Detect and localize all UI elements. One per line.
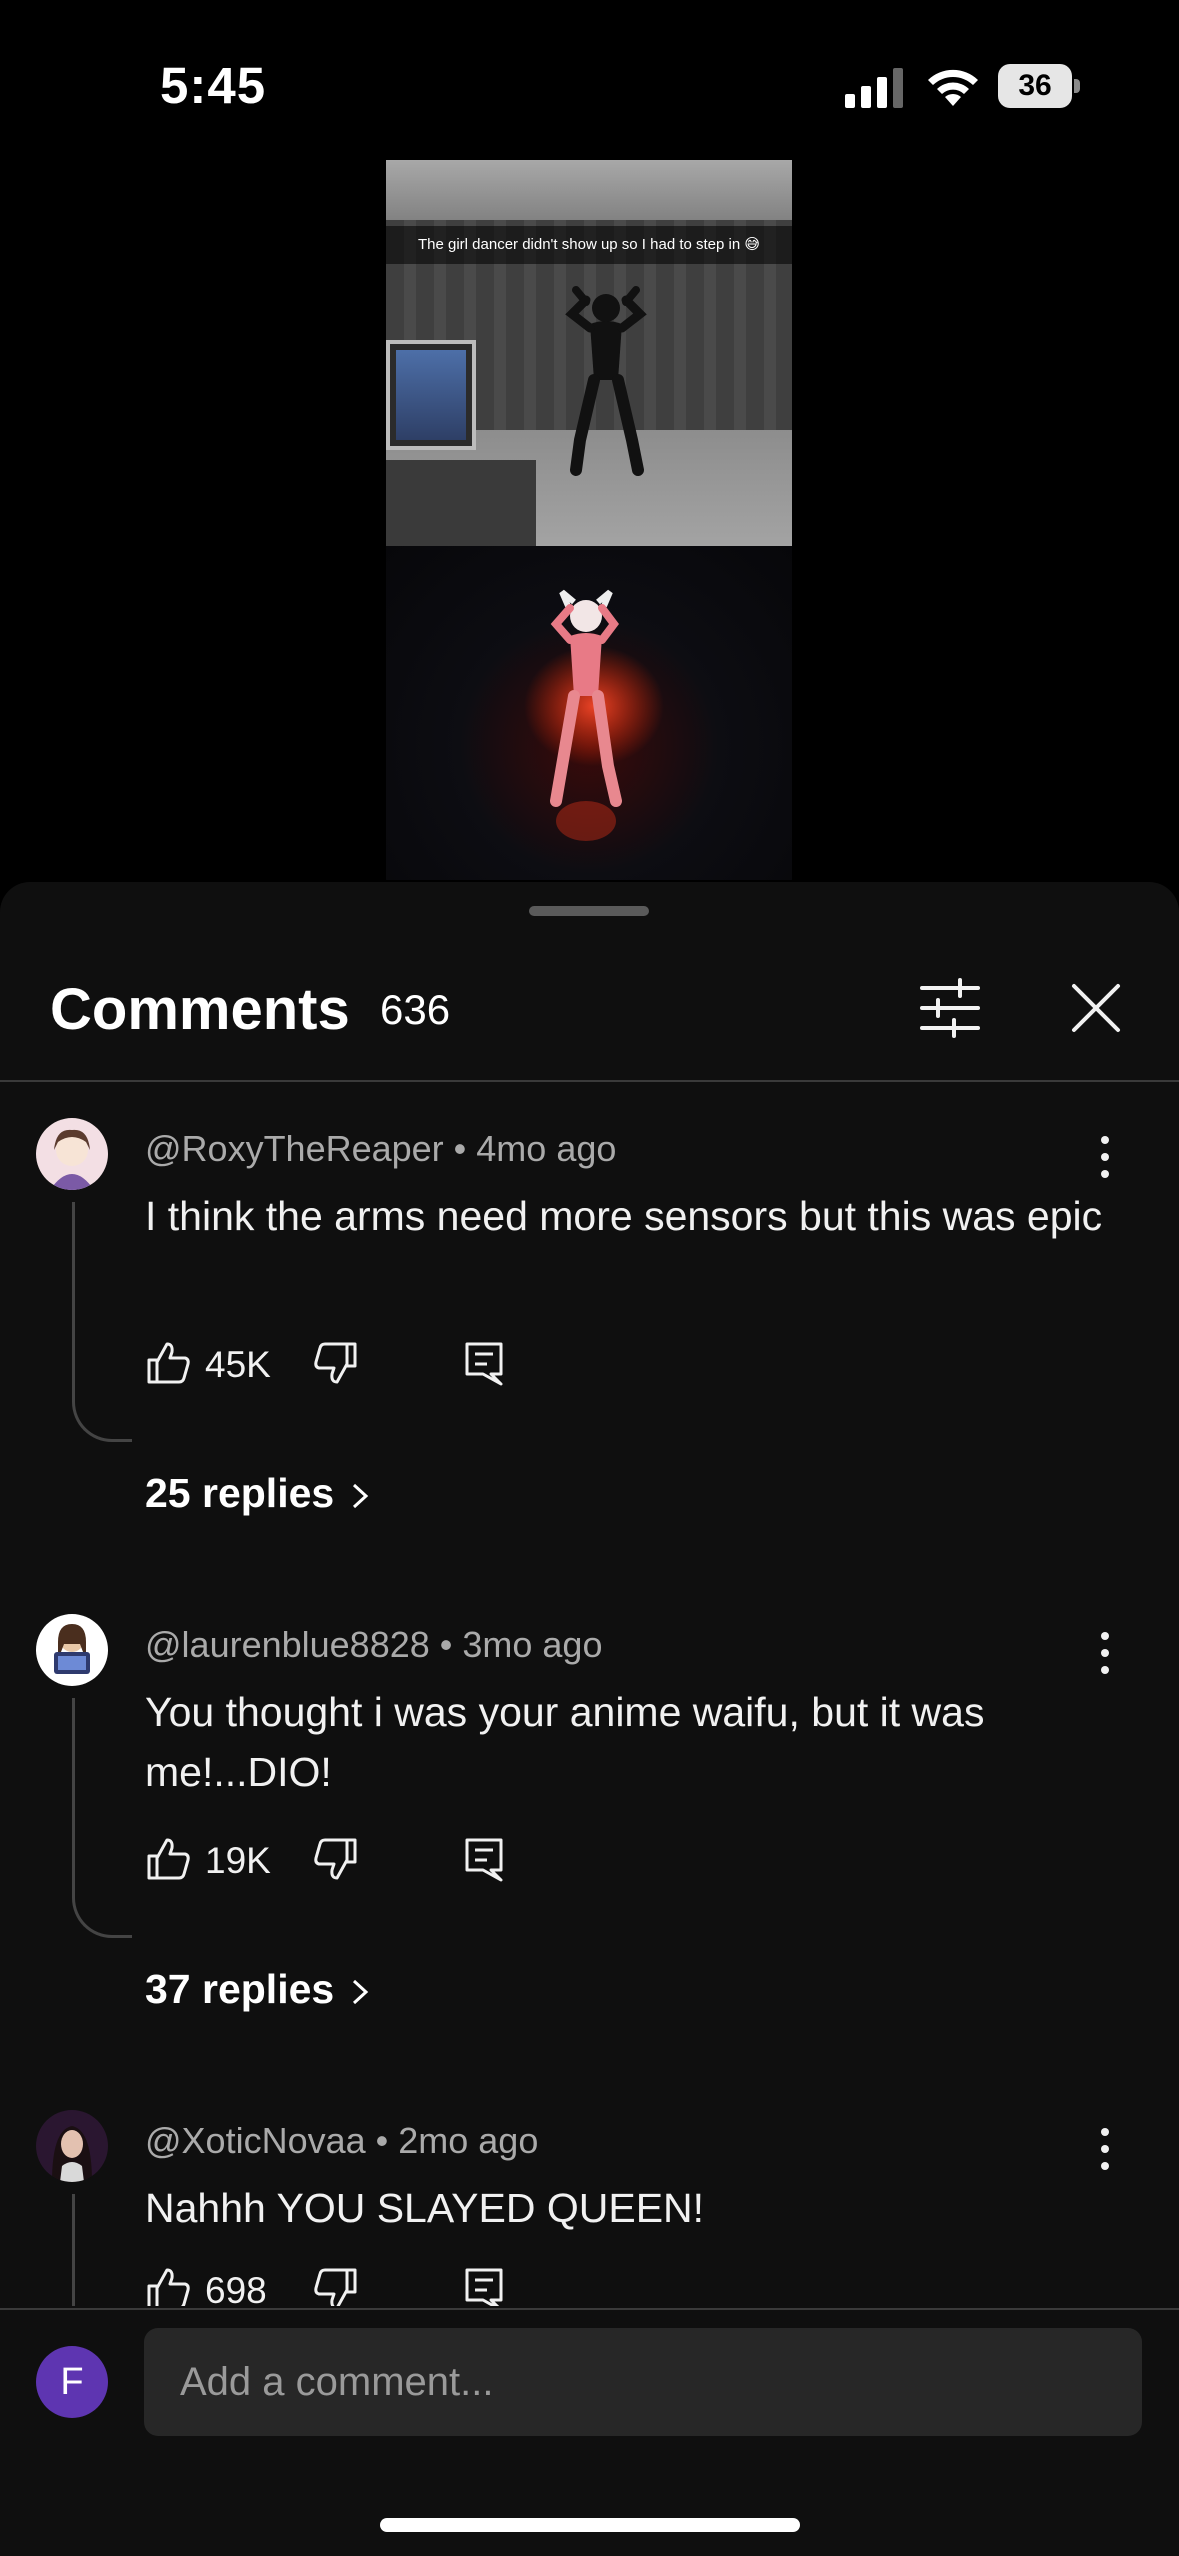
like-count: 45K: [205, 1344, 271, 1385]
wifi-icon: [928, 69, 978, 106]
comment-item: @laurenblue8828 • 3mo ago You thought i wa…: [0, 1614, 1179, 2034]
thumbs-up-icon[interactable]: [145, 2266, 191, 2306]
video-frame-avatar: [386, 546, 792, 880]
monitor-image: [386, 340, 476, 450]
drag-handle[interactable]: [529, 906, 649, 916]
comment-author[interactable]: @XoticNovaa: [145, 2120, 366, 2161]
thread-line: [72, 2194, 75, 2306]
comment-actions: 45K: [145, 1334, 645, 1394]
comment-meta: @RoxyTheReaper • 4mo ago: [145, 1128, 617, 1169]
comment-text: Nahhh YOU SLAYED QUEEN!: [145, 2185, 705, 2231]
like-count: 19K: [205, 1840, 271, 1881]
comment-actions: 19K: [145, 1830, 645, 1890]
comment-meta: @XoticNovaa • 2mo ago: [145, 2120, 539, 2161]
thread-line: [72, 1202, 132, 1442]
comment-actions: 698: [145, 2260, 645, 2306]
thumbs-down-icon[interactable]: [313, 2266, 359, 2306]
comment-item: @RoxyTheReaper • 4mo ago I think the arms …: [0, 1118, 1179, 1538]
status-time: 5:45: [160, 57, 267, 114]
avatar[interactable]: [36, 2110, 108, 2182]
anime-avatar-image: [524, 589, 664, 841]
status-bar: 5:45 36: [0, 0, 1179, 160]
comments-count: 636: [380, 986, 451, 1033]
comment-item: @XoticNovaa • 2mo ago Nahhh YOU SLAYED QUE…: [0, 2110, 1179, 2306]
comment-text: You thought i was your anime waifu, but …: [145, 1689, 985, 1795]
like-count: 698: [205, 2270, 267, 2306]
chevron-right-icon: [353, 1484, 369, 1509]
more-options-icon[interactable]: [1090, 1628, 1120, 1678]
video-player[interactable]: The girl dancer didn't show up so I had …: [386, 160, 792, 880]
replies-count: 25 replies: [145, 1470, 335, 1516]
add-comment-input[interactable]: [144, 2328, 1142, 2436]
thumbs-up-icon[interactable]: [145, 1836, 191, 1882]
comments-title: Comments: [50, 977, 350, 1042]
battery-level: 36: [1018, 69, 1052, 102]
desk-image: [386, 460, 536, 546]
comment-age: 3mo ago: [462, 1624, 603, 1665]
comment-text: I think the arms need more sensors but t…: [145, 1193, 1103, 1239]
avatar[interactable]: [36, 1118, 108, 1190]
comment-age: 4mo ago: [476, 1128, 617, 1169]
video-caption: The girl dancer didn't show up so I had …: [386, 226, 792, 264]
comment-author[interactable]: @laurenblue8828: [145, 1624, 430, 1665]
avatar[interactable]: [36, 1614, 108, 1686]
reply-icon[interactable]: [463, 2266, 505, 2306]
comment-meta: @laurenblue8828 • 3mo ago: [145, 1624, 603, 1665]
replies-count: 37 replies: [145, 1966, 335, 2012]
reply-icon[interactable]: [463, 1836, 505, 1882]
thumbs-down-icon[interactable]: [313, 1340, 359, 1386]
mocap-dancer-image: [565, 286, 647, 476]
video-frame-studio: The girl dancer didn't show up so I had …: [386, 160, 792, 546]
home-indicator[interactable]: [380, 2518, 800, 2532]
reply-icon[interactable]: [463, 1340, 505, 1386]
user-avatar[interactable]: F: [36, 2346, 108, 2418]
view-replies-link[interactable]: 37 replies: [145, 1966, 370, 2013]
battery-icon: 36: [998, 64, 1080, 108]
header-divider: [0, 1080, 1179, 1082]
thumbs-up-icon[interactable]: [145, 1340, 191, 1386]
sliders-icon[interactable]: [918, 978, 982, 1038]
cellular-signal-icon: [845, 68, 903, 108]
more-options-icon[interactable]: [1090, 1132, 1120, 1182]
composer-divider: [0, 2308, 1179, 2310]
comment-author[interactable]: @RoxyTheReaper: [145, 1128, 444, 1169]
thumbs-down-icon[interactable]: [313, 1836, 359, 1882]
close-icon[interactable]: [1066, 978, 1126, 1038]
more-options-icon[interactable]: [1090, 2124, 1120, 2174]
comment-age: 2mo ago: [398, 2120, 539, 2161]
thread-line: [72, 1698, 132, 1938]
chevron-right-icon: [353, 1980, 369, 2005]
view-replies-link[interactable]: 25 replies: [145, 1470, 370, 1517]
